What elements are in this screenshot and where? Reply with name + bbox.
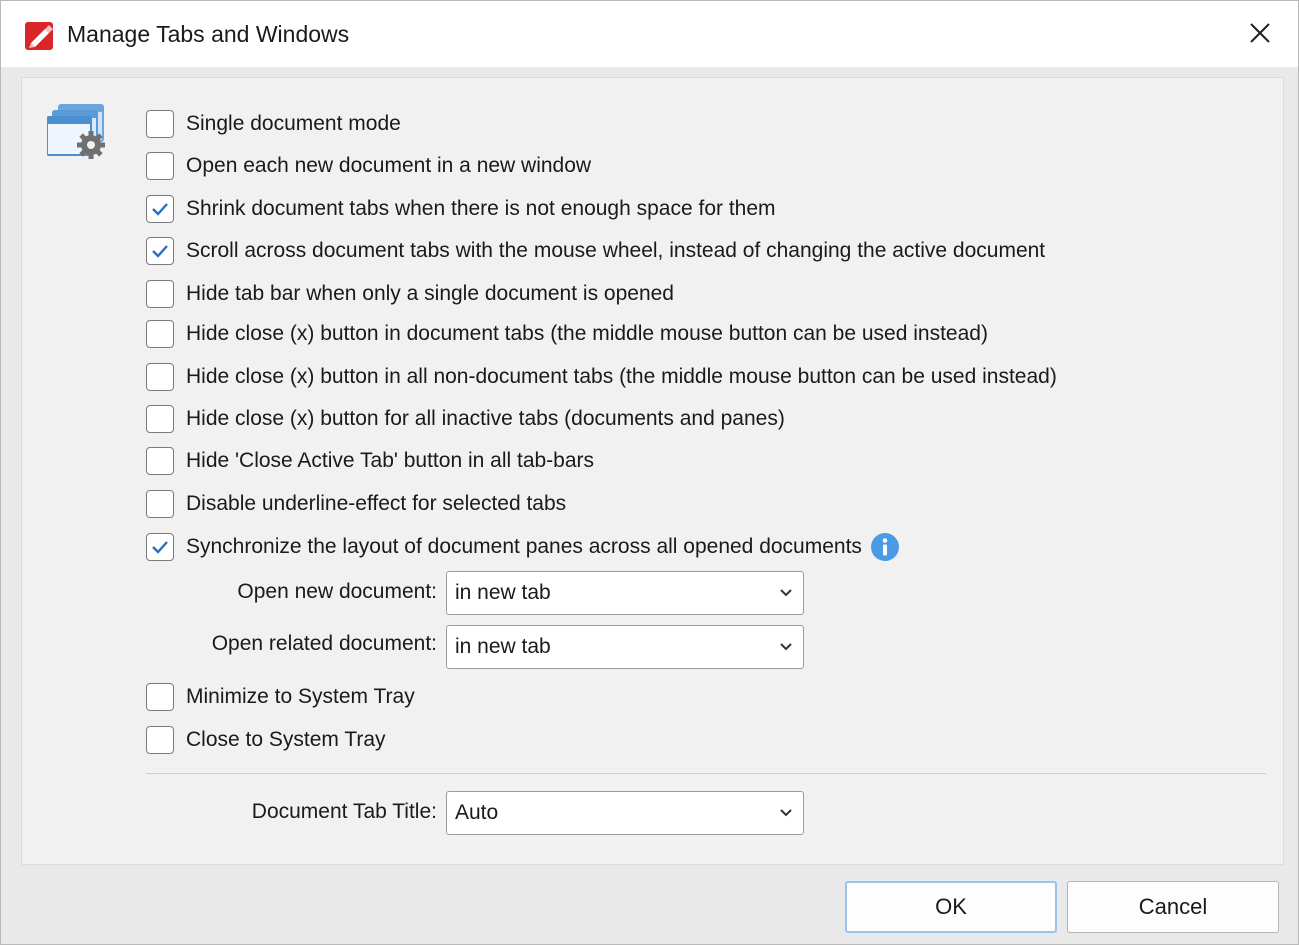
disable-underline-checkbox[interactable]: Disable underline-effect for selected ta… bbox=[146, 487, 566, 521]
checkbox-box[interactable] bbox=[146, 726, 174, 754]
chevron-down-icon bbox=[780, 809, 792, 817]
select-value: Auto bbox=[455, 801, 499, 824]
close-icon bbox=[1250, 23, 1270, 43]
checkbox-label: Hide close (x) button in all non-documen… bbox=[186, 365, 1057, 388]
checkbox-box[interactable] bbox=[146, 152, 174, 180]
single-document-mode-checkbox[interactable]: Single document mode bbox=[146, 107, 401, 141]
close-button[interactable] bbox=[1242, 15, 1278, 51]
open-new-document-label: Open new document: bbox=[237, 580, 437, 603]
checkbox-box[interactable] bbox=[146, 363, 174, 391]
minimize-to-tray-checkbox[interactable]: Minimize to System Tray bbox=[146, 680, 415, 714]
checkbox-label: Scroll across document tabs with the mou… bbox=[186, 239, 1046, 262]
hide-close-inactive-tabs-checkbox[interactable]: Hide close (x) button for all inactive t… bbox=[146, 402, 785, 436]
checkbox-box[interactable] bbox=[146, 490, 174, 518]
checkmark-icon bbox=[152, 541, 168, 554]
separator bbox=[146, 773, 1266, 774]
document-tab-title-label: Document Tab Title: bbox=[251, 800, 437, 823]
synchronize-layout-checkbox[interactable]: Synchronize the layout of document panes… bbox=[146, 530, 900, 564]
open-new-document-select[interactable]: in new tab bbox=[446, 571, 804, 615]
dialog-title: Manage Tabs and Windows bbox=[67, 21, 350, 47]
checkbox-box[interactable] bbox=[146, 533, 174, 561]
windows-gear-icon bbox=[47, 104, 105, 159]
checkmark-icon bbox=[152, 245, 168, 258]
checkbox-box[interactable] bbox=[146, 683, 174, 711]
checkbox-label: Synchronize the layout of document panes… bbox=[186, 535, 862, 558]
shrink-tabs-checkbox[interactable]: Shrink document tabs when there is not e… bbox=[146, 192, 776, 226]
checkbox-label: Hide close (x) button for all inactive t… bbox=[186, 407, 785, 430]
hide-close-active-tab-checkbox[interactable]: Hide 'Close Active Tab' button in all ta… bbox=[146, 444, 594, 478]
checkbox-label: Close to System Tray bbox=[186, 728, 386, 751]
chevron-down-icon bbox=[780, 643, 792, 651]
hide-close-non-document-tabs-checkbox[interactable]: Hide close (x) button in all non-documen… bbox=[146, 360, 1057, 394]
checkbox-label: Hide 'Close Active Tab' button in all ta… bbox=[186, 449, 595, 472]
checkbox-box[interactable] bbox=[146, 320, 174, 348]
select-value: in new tab bbox=[455, 581, 551, 604]
hide-tab-bar-checkbox[interactable]: Hide tab bar when only a single document… bbox=[146, 277, 674, 311]
options-panel: Single document mode Open each new docum… bbox=[21, 77, 1284, 865]
checkbox-label: Hide tab bar when only a single document… bbox=[186, 282, 674, 305]
checkbox-box[interactable] bbox=[146, 280, 174, 308]
open-related-document-label: Open related document: bbox=[211, 632, 437, 655]
checkbox-box[interactable] bbox=[146, 110, 174, 138]
info-icon[interactable] bbox=[870, 532, 900, 562]
select-value: in new tab bbox=[455, 635, 551, 658]
checkbox-label: Open each new document in a new window bbox=[186, 154, 592, 177]
scroll-tabs-checkbox[interactable]: Scroll across document tabs with the mou… bbox=[146, 234, 1045, 268]
checkbox-label: Disable underline-effect for selected ta… bbox=[186, 492, 567, 515]
checkmark-icon bbox=[152, 203, 168, 216]
checkbox-box[interactable] bbox=[146, 237, 174, 265]
app-icon bbox=[25, 22, 53, 50]
checkbox-label: Minimize to System Tray bbox=[186, 685, 415, 708]
ok-button[interactable]: OK bbox=[845, 881, 1057, 933]
checkbox-box[interactable] bbox=[146, 447, 174, 475]
checkbox-label: Shrink document tabs when there is not e… bbox=[186, 197, 776, 220]
document-tab-title-select[interactable]: Auto bbox=[446, 791, 804, 835]
hide-close-document-tabs-checkbox[interactable]: Hide close (x) button in document tabs (… bbox=[146, 317, 988, 351]
cancel-button[interactable]: Cancel bbox=[1067, 881, 1279, 933]
checkbox-box[interactable] bbox=[146, 405, 174, 433]
chevron-down-icon bbox=[780, 589, 792, 597]
checkbox-label: Hide close (x) button in document tabs (… bbox=[186, 322, 988, 345]
close-to-tray-checkbox[interactable]: Close to System Tray bbox=[146, 723, 386, 757]
manage-tabs-dialog: Manage Tabs and Windows Single document … bbox=[0, 0, 1299, 945]
checkbox-box[interactable] bbox=[146, 195, 174, 223]
open-related-document-select[interactable]: in new tab bbox=[446, 625, 804, 669]
open-new-window-checkbox[interactable]: Open each new document in a new window bbox=[146, 149, 591, 183]
title-bar: Manage Tabs and Windows bbox=[1, 1, 1298, 67]
checkbox-label: Single document mode bbox=[186, 112, 401, 135]
